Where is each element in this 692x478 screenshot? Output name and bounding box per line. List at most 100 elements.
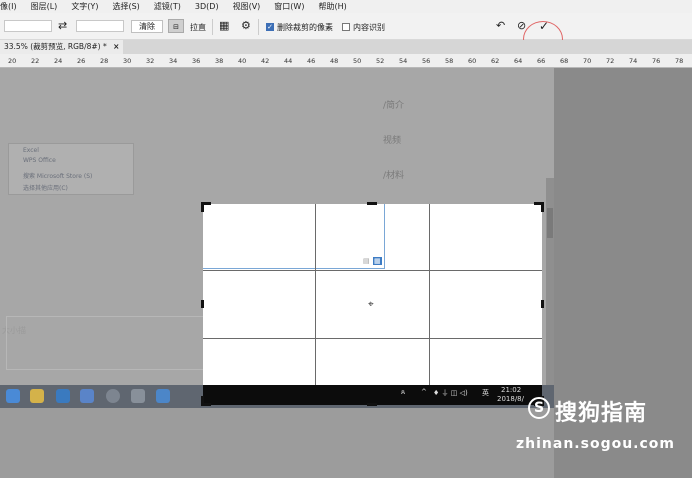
menu-item-type[interactable]: 文字(Y) bbox=[71, 1, 98, 12]
menu-item-select[interactable]: 选择(S) bbox=[112, 1, 139, 12]
ruler-tick: 52 bbox=[376, 57, 385, 65]
app-icon bbox=[106, 389, 120, 403]
list-item: 视频 bbox=[383, 136, 402, 146]
list-item: /材料 bbox=[383, 171, 405, 181]
crop-handle-top-right[interactable] bbox=[541, 202, 544, 212]
menu-bar: 像(I) 图层(L) 文字(Y) 选择(S) 滤镜(T) 3D(D) 视图(V)… bbox=[0, 0, 692, 13]
menu-wps: WPS Office bbox=[23, 157, 56, 164]
ruler-tick: 66 bbox=[537, 57, 546, 65]
ruler-tick: 40 bbox=[238, 57, 247, 65]
photoshop-window: 像(I) 图层(L) 文字(Y) 选择(S) 滤镜(T) 3D(D) 视图(V)… bbox=[0, 0, 692, 478]
horizontal-ruler: 20 22 24 26 28 30 32 34 36 38 40 42 44 4… bbox=[0, 54, 692, 68]
edge-icon bbox=[6, 389, 20, 403]
crop-handle-left[interactable] bbox=[201, 300, 204, 308]
sogou-logo-icon: S bbox=[528, 397, 550, 419]
ruler-tick: 46 bbox=[307, 57, 316, 65]
grid-overlay-icon[interactable]: ▦ bbox=[219, 19, 229, 33]
delete-cropped-checkbox[interactable]: ✓ bbox=[266, 23, 274, 31]
grid-line bbox=[203, 338, 542, 339]
crop-handle-top-left[interactable] bbox=[201, 202, 204, 212]
menu-item-window[interactable]: 窗口(W) bbox=[274, 1, 304, 12]
language-indicator[interactable]: 英 bbox=[482, 388, 489, 398]
app-icon bbox=[80, 389, 94, 403]
menu-item-view[interactable]: 视图(V) bbox=[233, 1, 261, 12]
crop-selection[interactable]: ▤ ▦ ⌖ ጰ ^ ♦ ⏚ ◫ ◁) 英 21:02 2018/8/ bbox=[203, 204, 542, 405]
ruler-tick: 48 bbox=[330, 57, 339, 65]
straighten-icon[interactable]: ⊟ bbox=[168, 19, 184, 33]
list-item: /简介 bbox=[383, 101, 405, 111]
menu-item-filter[interactable]: 滤镜(T) bbox=[154, 1, 181, 12]
document-tab-title: 33.5% (裁剪预览, RGB/8#) * bbox=[4, 42, 107, 51]
ruler-tick: 50 bbox=[353, 57, 362, 65]
menu-item-3d[interactable]: 3D(D) bbox=[195, 2, 219, 11]
delete-cropped-label: 删除裁剪的像素 bbox=[277, 23, 333, 32]
height-input[interactable] bbox=[76, 20, 124, 32]
menu-other-app: 选择其他应用(C) bbox=[23, 185, 68, 192]
clock-date: 2018/8/ bbox=[497, 395, 524, 403]
ruler-tick: 36 bbox=[192, 57, 201, 65]
ruler-tick: 76 bbox=[652, 57, 661, 65]
menu-excel: Excel bbox=[23, 147, 39, 154]
reset-icon[interactable]: ↶ bbox=[496, 19, 505, 33]
ruler-tick: 34 bbox=[169, 57, 178, 65]
app-icon bbox=[156, 389, 170, 403]
ruler-tick: 74 bbox=[629, 57, 638, 65]
content-aware-checkbox[interactable] bbox=[342, 23, 350, 31]
ruler-tick: 30 bbox=[123, 57, 132, 65]
straighten-label[interactable]: 拉直 bbox=[190, 22, 206, 33]
dialog-edge bbox=[203, 204, 385, 269]
crop-handle-right[interactable] bbox=[541, 300, 544, 308]
ruler-tick: 32 bbox=[146, 57, 155, 65]
gear-icon[interactable]: ⚙ bbox=[241, 19, 251, 33]
ruler-tick: 42 bbox=[261, 57, 270, 65]
ruler-tick: 28 bbox=[100, 57, 109, 65]
crop-handle-bottom-left[interactable] bbox=[201, 396, 204, 406]
ruler-tick: 72 bbox=[606, 57, 615, 65]
width-input[interactable] bbox=[4, 20, 52, 32]
watermark-title: 搜狗指南 bbox=[555, 401, 648, 426]
app-icon bbox=[56, 389, 70, 403]
ruler-tick: 58 bbox=[445, 57, 454, 65]
document-tab[interactable]: 33.5% (裁剪预览, RGB/8#) * × bbox=[0, 40, 124, 54]
person-icon: ጰ bbox=[401, 388, 406, 396]
swap-icon[interactable]: ⇄ bbox=[58, 19, 67, 33]
tray-icons: ♦ ⏚ ◫ ◁) bbox=[433, 389, 468, 397]
folder-icon bbox=[30, 389, 44, 403]
ruler-tick: 68 bbox=[560, 57, 569, 65]
divider bbox=[258, 19, 259, 35]
menu-store: 搜索 Microsoft Store (S) bbox=[23, 173, 93, 180]
grid-line bbox=[315, 204, 316, 405]
grid-line bbox=[203, 270, 542, 271]
watermark-url: zhinan.sogou.com bbox=[516, 436, 675, 452]
ruler-tick: 78 bbox=[675, 57, 684, 65]
ruler-tick: 60 bbox=[468, 57, 477, 65]
clear-button[interactable]: 清除 bbox=[131, 20, 163, 33]
ruler-tick: 62 bbox=[491, 57, 500, 65]
scrollbar-thumb bbox=[547, 208, 553, 238]
menu-item-image[interactable]: 像(I) bbox=[0, 1, 17, 12]
list-view-icon: ▤ bbox=[363, 257, 370, 265]
close-icon[interactable]: × bbox=[113, 42, 119, 51]
ruler-tick: 56 bbox=[422, 57, 431, 65]
document-canvas[interactable]: Excel WPS Office 搜索 Microsoft Store (S) … bbox=[0, 68, 554, 478]
ruler-tick: 44 bbox=[284, 57, 293, 65]
grid-line bbox=[429, 204, 430, 405]
content-aware-label: 内容识别 bbox=[353, 23, 385, 32]
clock-time: 21:02 bbox=[501, 386, 522, 394]
ruler-tick: 64 bbox=[514, 57, 523, 65]
ruler-tick: 38 bbox=[215, 57, 224, 65]
menu-item-help[interactable]: 帮助(H) bbox=[318, 1, 346, 12]
options-bar: ⇄ 清除 ⊟ 拉直 ▦ ⚙ ✓ 删除裁剪的像素 内容识别 ↶ ⊘ ✓ bbox=[0, 13, 692, 57]
scrollbar bbox=[546, 178, 554, 398]
ruler-tick: 70 bbox=[583, 57, 592, 65]
ruler-tick: 24 bbox=[54, 57, 63, 65]
crosshair-icon: ⌖ bbox=[368, 299, 374, 310]
open-with-menu: Excel WPS Office 搜索 Microsoft Store (S) … bbox=[8, 143, 134, 195]
tab-bar: 33.5% (裁剪预览, RGB/8#) * × bbox=[0, 40, 692, 54]
ruler-tick: 20 bbox=[8, 57, 17, 65]
divider bbox=[212, 19, 213, 35]
crop-handle-top[interactable] bbox=[367, 202, 377, 205]
menu-item-layer[interactable]: 图层(L) bbox=[31, 1, 58, 12]
crop-handle-bottom[interactable] bbox=[367, 403, 377, 406]
taskbar-tray: ጰ ^ ♦ ⏚ ◫ ◁) 英 21:02 2018/8/ bbox=[203, 385, 542, 405]
